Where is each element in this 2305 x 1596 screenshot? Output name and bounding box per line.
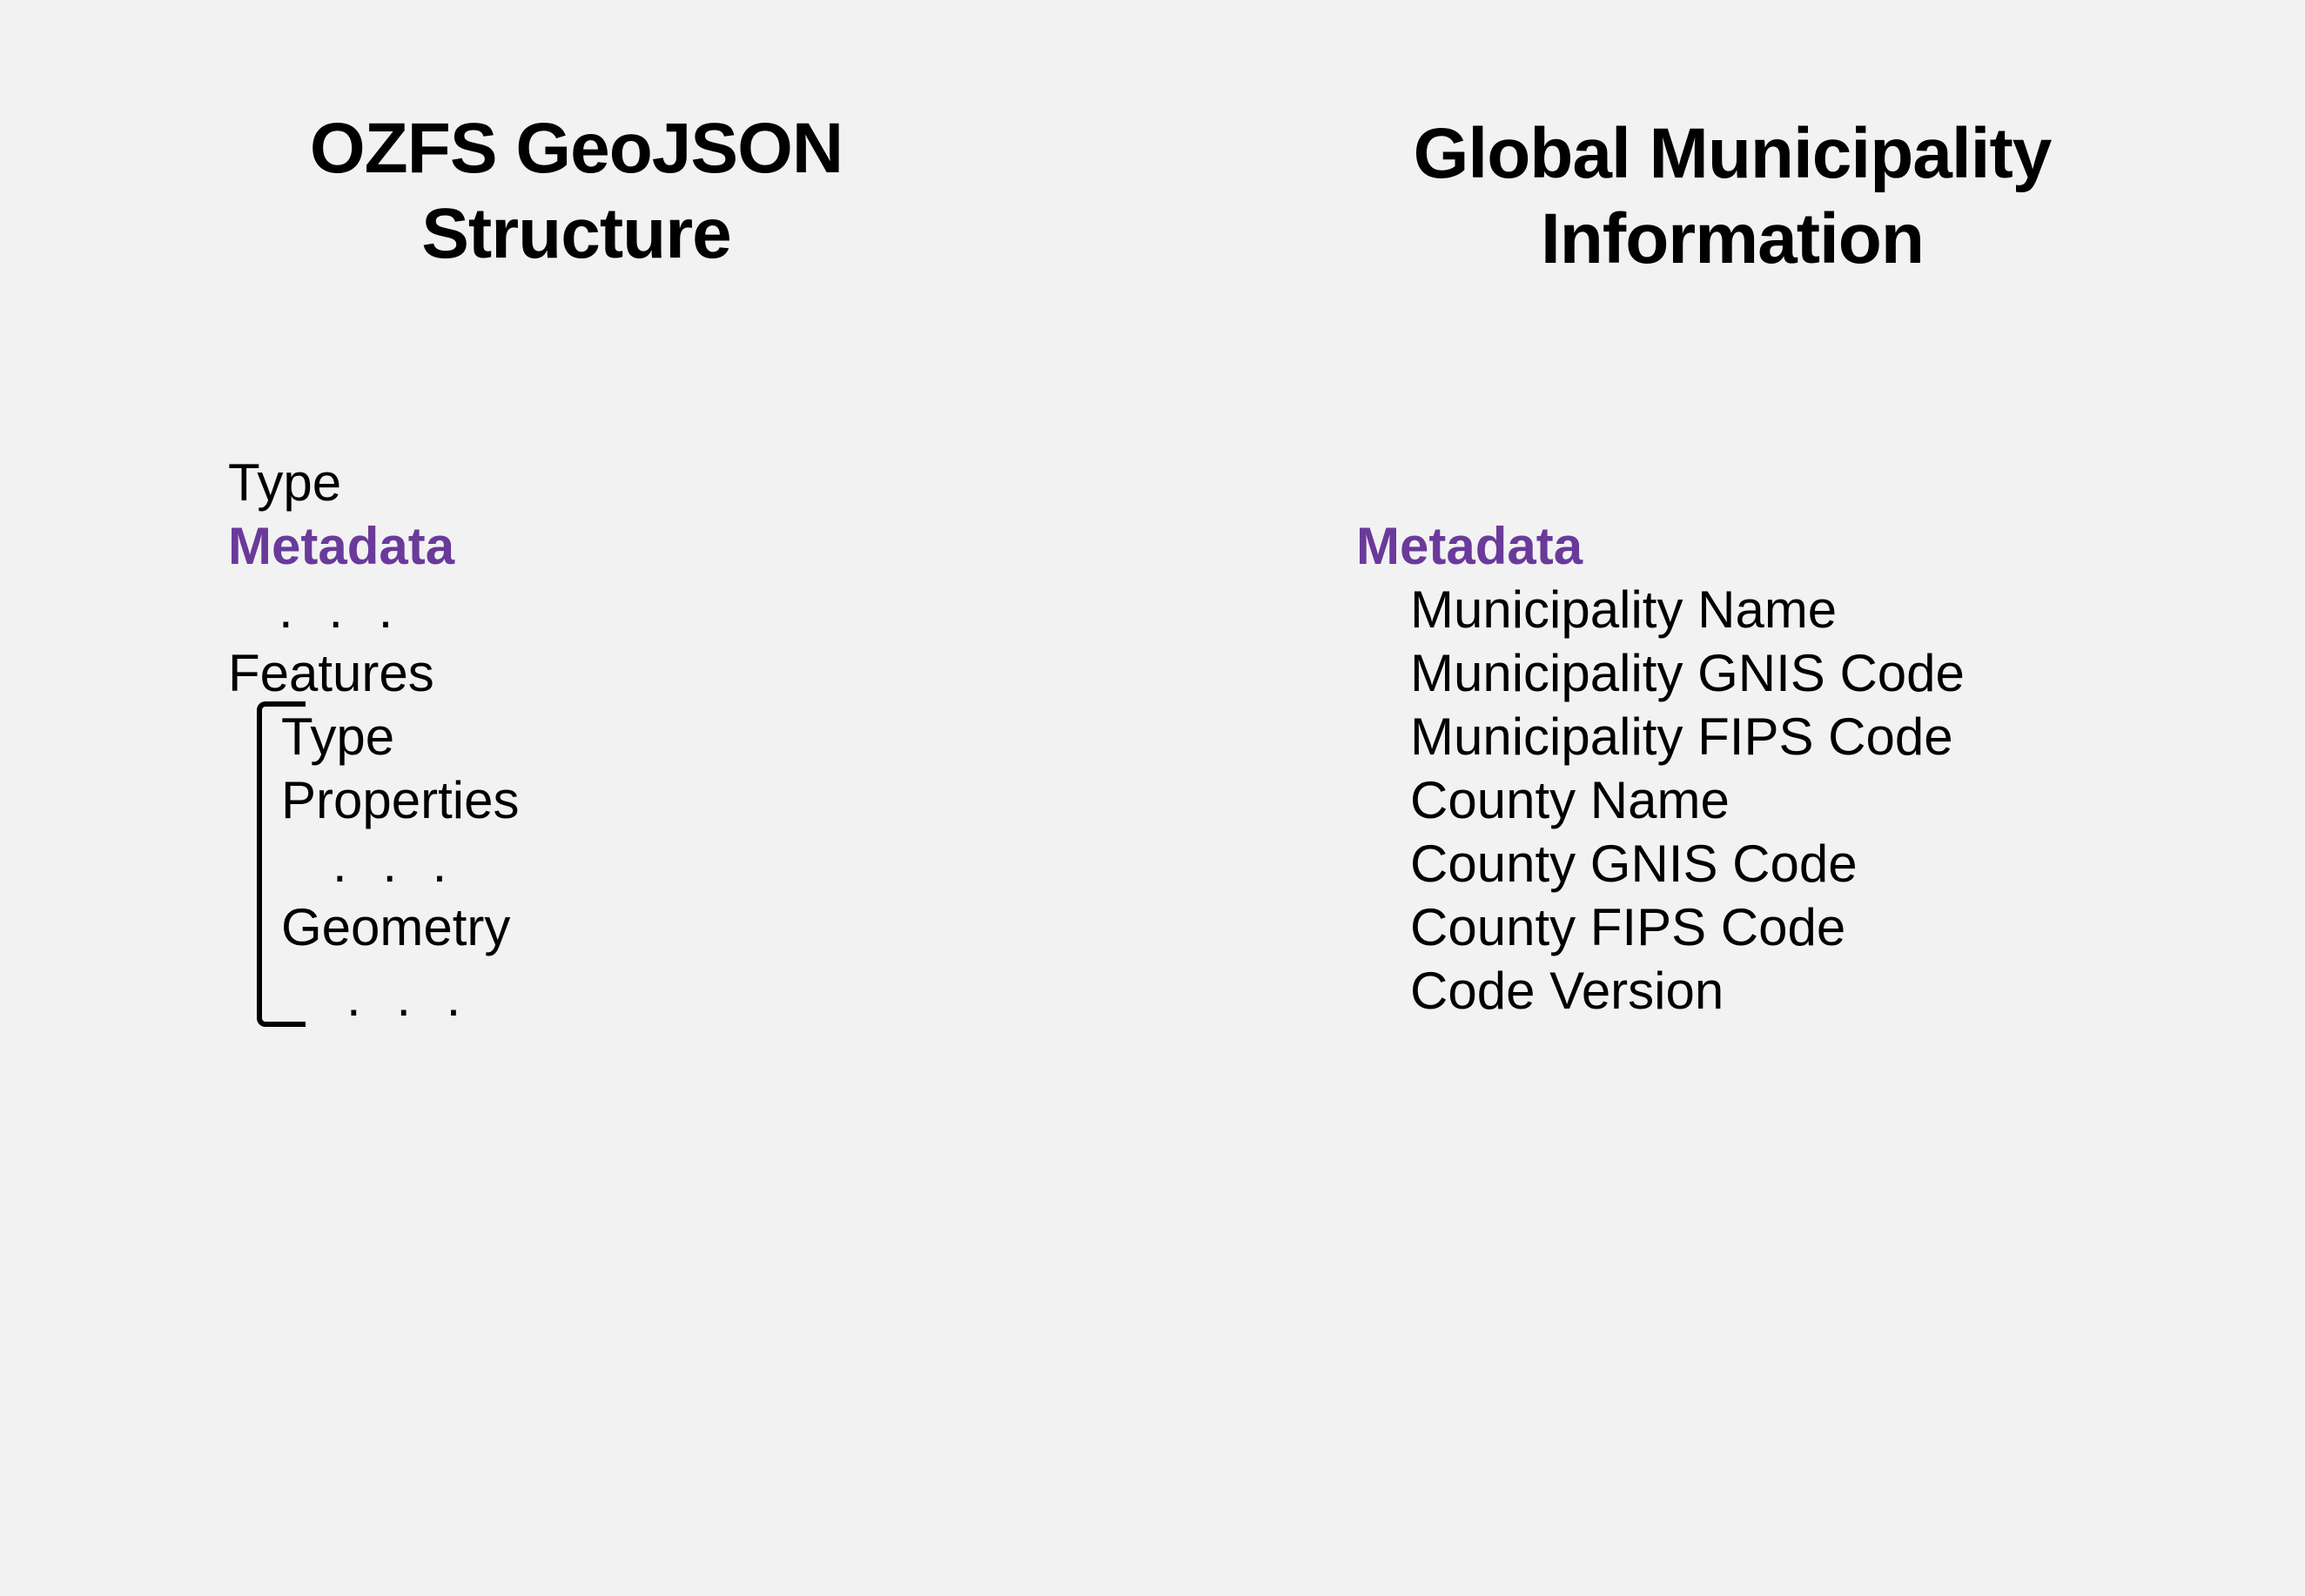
municipality-fips-code-field: Municipality FIPS Code [1410, 707, 1953, 766]
geometry-ellipsis: . . . [346, 969, 472, 1027]
right-metadata-node: Metadata [1356, 517, 1583, 575]
county-fips-code-field: County FIPS Code [1410, 898, 1846, 956]
metadata-ellipsis: . . . [279, 580, 404, 639]
municipality-name-field: Municipality Name [1410, 580, 1838, 639]
global-municipality-title: Global Municipality Information [1413, 114, 2053, 278]
county-gnis-code-field: County GNIS Code [1410, 835, 1858, 893]
code-version-field: Code Version [1410, 962, 1724, 1020]
properties-ellipsis: . . . [333, 835, 458, 893]
features-node: Features [228, 644, 434, 702]
feature-type-node: Type [281, 707, 395, 766]
ozfs-structure-title: OZFS GeoJSON Structure [309, 109, 843, 273]
geometry-node: Geometry [281, 898, 511, 956]
type-node: Type [228, 453, 342, 512]
metadata-node: Metadata [228, 517, 455, 575]
municipality-gnis-code-field: Municipality GNIS Code [1410, 644, 1965, 702]
properties-node: Properties [281, 771, 520, 829]
county-name-field: County Name [1410, 771, 1730, 829]
